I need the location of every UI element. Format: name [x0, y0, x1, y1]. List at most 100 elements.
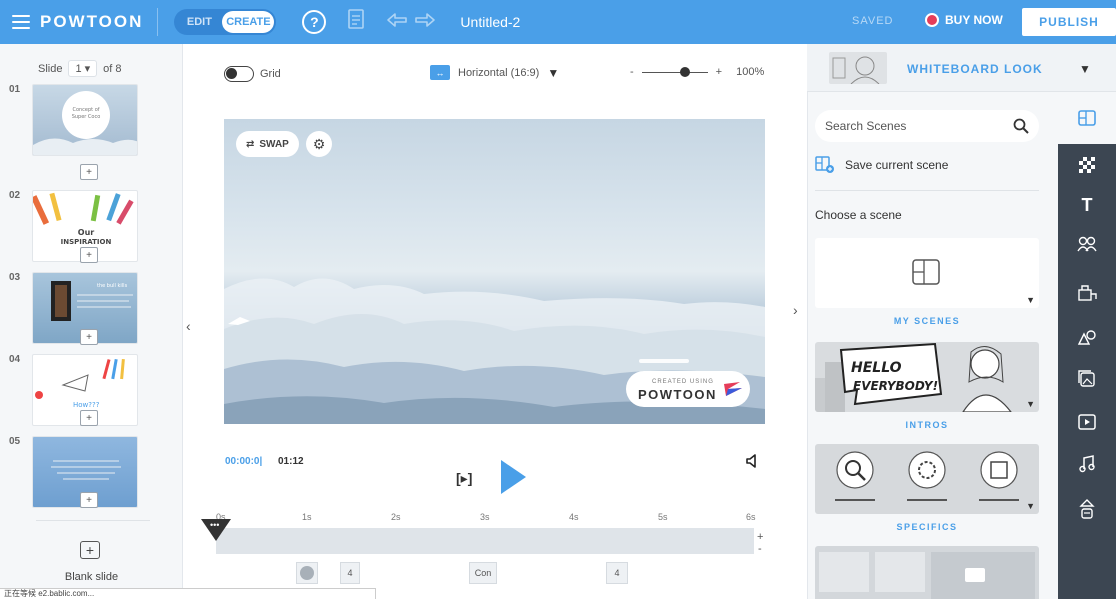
app-logo[interactable]: POWTOON	[40, 12, 143, 32]
mode-edit-option[interactable]: EDIT	[176, 16, 222, 28]
zoom-out-button[interactable]: -	[630, 66, 634, 78]
notes-icon[interactable]	[348, 9, 365, 35]
slides-panel: Slide 1 ▾ of 8 01 Concept of Super Coco +…	[0, 44, 183, 599]
music-icon[interactable]	[1058, 449, 1116, 479]
collapse-right-icon[interactable]: ›	[793, 302, 798, 318]
add-slide-icon[interactable]: +	[80, 329, 98, 345]
slide-canvas[interactable]: ⇄ SWAP ⚙ CREATED USING POWTOON	[224, 119, 765, 424]
play-icon[interactable]	[501, 460, 526, 494]
panel-divider	[36, 520, 150, 521]
transitions-icon[interactable]	[1058, 494, 1116, 524]
specifics-scene-preview	[835, 451, 1019, 501]
scene-category-label: INTROS	[905, 420, 949, 430]
redo-icon[interactable]	[414, 11, 436, 34]
timeline-zoom-in[interactable]: +	[757, 531, 763, 543]
characters-icon[interactable]	[1058, 229, 1116, 259]
zoom-control: - + 100%	[630, 66, 764, 78]
timeline-zoom-out[interactable]: -	[758, 543, 762, 555]
swap-icon: ⇄	[246, 138, 255, 150]
saved-status: SAVED	[852, 15, 894, 27]
timeline-object[interactable]: 4	[606, 562, 628, 584]
zoom-in-button[interactable]: +	[716, 66, 722, 78]
hamburger-menu-icon[interactable]	[12, 15, 30, 29]
slide-number: 02	[9, 190, 21, 201]
slide-number: 05	[9, 436, 21, 447]
orientation-select[interactable]: ↔ Horizontal (16:9) ▼	[430, 65, 559, 80]
timeline-object[interactable]: 4	[340, 562, 360, 584]
slide-dropdown[interactable]: 1 ▾	[68, 60, 98, 77]
project-title[interactable]: Untitled-2	[460, 14, 520, 30]
backgrounds-icon[interactable]	[1058, 150, 1116, 180]
chevron-down-icon: ▼	[547, 65, 560, 80]
timeline-track[interactable]	[216, 528, 754, 554]
save-scene-label: Save current scene	[845, 158, 949, 172]
zoom-slider-handle[interactable]	[679, 66, 690, 77]
grid-toggle[interactable]: Grid	[224, 66, 281, 82]
timeline-ruler: 0s 1s 2s 3s 4s 5s 6s	[216, 512, 766, 526]
mode-switch[interactable]: EDIT CREATE	[174, 9, 277, 35]
props-icon[interactable]	[1058, 278, 1116, 308]
svg-text:INSPIRATION: INSPIRATION	[61, 238, 112, 246]
chevron-down-icon[interactable]: ▼	[1026, 501, 1035, 511]
scene-card-my-scenes[interactable]: ▼	[815, 238, 1039, 308]
watermark-logo: POWTOON	[638, 387, 717, 402]
svg-text:Super Coco: Super Coco	[72, 114, 101, 120]
style-thumbnail	[829, 52, 887, 84]
svg-text:EVERYBODY!: EVERYBODY!	[853, 379, 938, 393]
add-slide-icon[interactable]: +	[80, 492, 98, 508]
text-icon[interactable]: T	[1058, 190, 1116, 220]
buy-now-label: BUY NOW	[945, 13, 1003, 27]
help-icon[interactable]: ?	[302, 10, 327, 34]
timeline-tick: 5s	[658, 512, 668, 522]
watermark-caption: CREATED USING	[652, 379, 714, 385]
video-icon[interactable]	[1058, 407, 1116, 437]
scenes-icon[interactable]	[1058, 92, 1116, 144]
chevron-down-icon: ▼	[1079, 62, 1091, 76]
grid-switch-icon[interactable]	[224, 66, 254, 82]
intro-scene-preview: HELLO EVERYBODY!	[815, 342, 1012, 412]
timeline-object[interactable]	[296, 562, 318, 584]
gear-icon[interactable]: ⚙	[306, 131, 332, 157]
scene-card-intros[interactable]: HELLO EVERYBODY! ▼	[815, 342, 1039, 412]
scene-card-specifics[interactable]: ▼	[815, 444, 1039, 514]
mode-create-option[interactable]: CREATE	[222, 11, 275, 33]
timeline-tick: 1s	[302, 512, 312, 522]
svg-text:the bull kills: the bull kills	[97, 283, 128, 289]
add-blank-slide-icon[interactable]: +	[80, 541, 100, 559]
chevron-down-icon[interactable]: ▼	[1026, 295, 1035, 305]
style-label: WHITEBOARD LOOK	[907, 62, 1043, 76]
orientation-label: Horizontal (16:9)	[458, 66, 540, 79]
collapse-left-icon[interactable]: ‹	[186, 318, 191, 334]
slide-thumbnail[interactable]: Concept of Super Coco	[32, 84, 138, 156]
style-selector[interactable]: WHITEBOARD LOOK ▼	[807, 44, 1116, 92]
zoom-value: 100%	[736, 66, 765, 78]
add-slide-icon[interactable]: +	[80, 164, 98, 180]
save-scene-button[interactable]: Save current scene	[815, 156, 948, 174]
chevron-down-icon[interactable]: ▼	[1026, 399, 1035, 409]
add-slide-icon[interactable]: +	[80, 410, 98, 426]
blank-slide-label[interactable]: Blank slide	[0, 571, 183, 583]
timeline-tick: 6s	[746, 512, 756, 522]
timeline-tick: 3s	[480, 512, 490, 522]
slide-number: 04	[9, 354, 21, 365]
timeline-tick: 4s	[569, 512, 579, 522]
preview-icon[interactable]: [▸]	[456, 470, 472, 487]
scene-card-more[interactable]	[815, 546, 1039, 599]
slide-total: of 8	[103, 62, 122, 75]
volume-icon[interactable]	[746, 454, 760, 468]
shapes-icon[interactable]	[1058, 322, 1116, 352]
images-icon[interactable]	[1058, 364, 1116, 394]
add-slide-icon[interactable]: +	[80, 247, 98, 263]
playhead-dots-icon: •••	[210, 520, 220, 530]
current-time: 00:00:0|	[225, 456, 263, 467]
search-icon[interactable]	[1013, 118, 1029, 134]
svg-text:Concept of: Concept of	[72, 107, 99, 113]
search-scenes-input[interactable]: Search Scenes	[815, 110, 1039, 142]
zoom-slider[interactable]	[641, 66, 708, 77]
buy-now-button[interactable]: BUY NOW	[925, 13, 1003, 27]
timeline-object[interactable]: Con	[469, 562, 497, 584]
undo-icon[interactable]	[386, 11, 408, 34]
swap-button[interactable]: ⇄ SWAP	[236, 131, 299, 157]
publish-button[interactable]: PUBLISH	[1022, 8, 1116, 36]
timeline-tick: 2s	[391, 512, 401, 522]
